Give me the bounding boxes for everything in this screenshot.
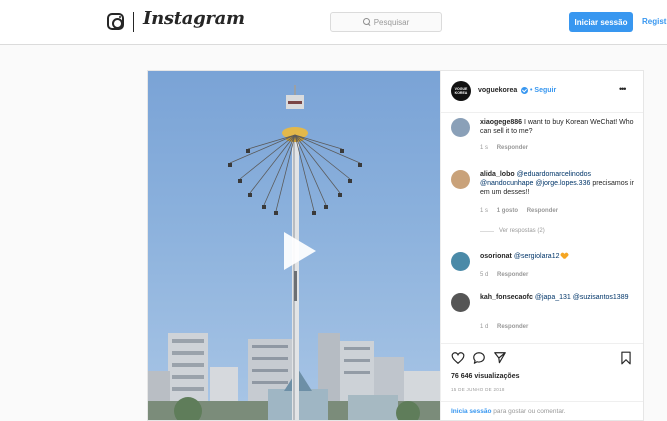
orange-heart-icon [561, 253, 568, 259]
top-navigation-bar: Instagram Pesquisar Iniciar sessão Regis… [0, 0, 667, 45]
reply-button[interactable]: Responder [497, 272, 528, 278]
comment-time: 1 s [480, 145, 489, 151]
follow-separator: • [530, 87, 533, 94]
register-link[interactable]: Regist [642, 17, 666, 26]
login-button[interactable]: Iniciar sessão [569, 12, 633, 32]
commenter-username[interactable]: kah_fonsecaofc [480, 294, 533, 301]
post-card: VOGUE KOREA voguekorea • Seguir ••• xiao… [147, 70, 644, 421]
comment-time: 5 d [480, 272, 489, 278]
post-header: VOGUE KOREA voguekorea • Seguir ••• [441, 71, 643, 113]
comment-mentions[interactable]: @japa_131 @suzisantos1389 [535, 294, 629, 301]
comment-likes[interactable]: 1 gosto [497, 208, 518, 214]
comment-time: 1 d [480, 324, 489, 330]
login-prompt: Inicia sessão para gostar ou comentar. [441, 401, 643, 420]
instagram-wordmark[interactable]: Instagram [143, 8, 245, 29]
post-side-panel: VOGUE KOREA voguekorea • Seguir ••• xiao… [440, 71, 643, 420]
view-replies-button[interactable]: Ver respostas (2) [480, 228, 545, 234]
reply-button[interactable]: Responder [497, 324, 528, 330]
commenter-username[interactable]: xiaogege886 [480, 119, 522, 126]
follow-button[interactable]: • Seguir [530, 87, 556, 94]
commenter-avatar[interactable] [451, 118, 470, 137]
reply-button[interactable]: Responder [497, 145, 528, 151]
view-replies-label: Ver respostas (2) [499, 228, 545, 234]
commenter-avatar[interactable] [451, 293, 470, 312]
login-prompt-link[interactable]: Inicia sessão [451, 408, 491, 415]
comment-meta: 1 s Responder [480, 145, 535, 151]
comment-time: 1 s [480, 208, 489, 214]
search-input[interactable]: Pesquisar [330, 12, 442, 32]
comment-bubble-icon[interactable] [472, 351, 486, 365]
author-avatar[interactable]: VOGUE KOREA [451, 81, 471, 101]
commenter-username[interactable]: osorionat [480, 253, 512, 260]
reply-button[interactable]: Responder [527, 208, 558, 214]
login-prompt-text: para gostar ou comentar. [493, 408, 566, 415]
verified-badge-icon [521, 87, 528, 94]
heart-outline-icon[interactable] [451, 351, 465, 365]
video-player[interactable] [148, 71, 440, 420]
view-count[interactable]: 76 646 visualizações [451, 373, 520, 380]
paper-plane-icon[interactable] [493, 351, 507, 365]
comment-meta: 1 s 1 gosto Responder [480, 208, 565, 214]
commenter-avatar[interactable] [451, 170, 470, 189]
bookmark-icon[interactable] [619, 351, 633, 365]
comment-mentions[interactable]: @sergiolara12 [514, 253, 560, 260]
comment-text: kah_fonsecaofc @japa_131 @suzisantos1389 [480, 293, 640, 302]
comment-text: alida_lobo @eduardomarcelinodos @nandocu… [480, 170, 640, 197]
more-options-icon[interactable]: ••• [619, 84, 627, 94]
author-username[interactable]: voguekorea [478, 87, 517, 94]
comment-meta: 5 d Responder [480, 272, 535, 278]
commenter-avatar[interactable] [451, 252, 470, 271]
commenter-username[interactable]: alida_lobo [480, 171, 515, 178]
search-placeholder: Pesquisar [373, 17, 410, 27]
play-icon[interactable] [275, 231, 316, 271]
search-icon [362, 18, 371, 26]
instagram-camera-icon[interactable] [107, 13, 124, 30]
post-actions: 76 646 visualizações 15 DE JUNHO DE 2018… [441, 343, 643, 420]
comment-meta: 1 d Responder [480, 324, 535, 330]
follow-label: Seguir [534, 87, 557, 94]
header-divider [133, 12, 134, 32]
comment-text: xiaogege886 I want to buy Korean WeChat!… [480, 118, 640, 136]
replies-divider [480, 230, 494, 232]
post-date: 15 DE JUNHO DE 2018 [451, 387, 505, 392]
comment-text: osorionat @sergiolara12 [480, 252, 640, 261]
